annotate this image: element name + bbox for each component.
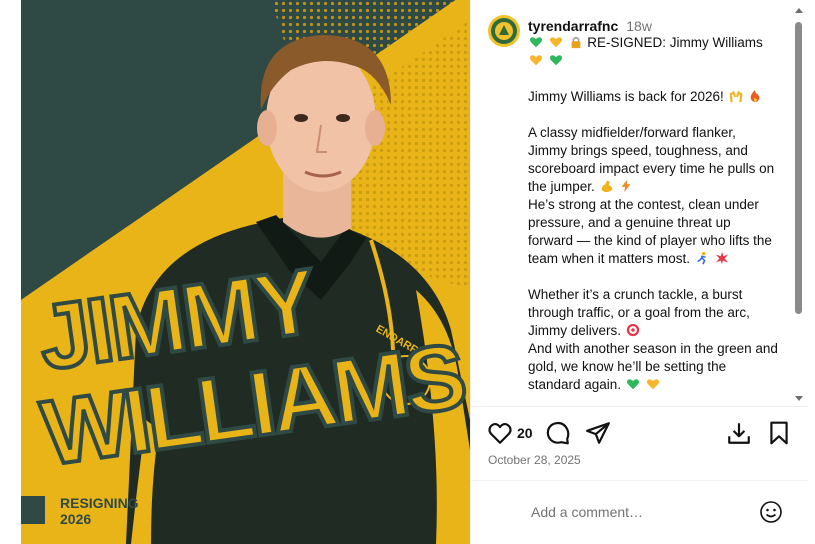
lock-icon <box>571 36 580 49</box>
yellow-heart-icon <box>549 37 562 48</box>
green-heart-icon <box>529 37 543 48</box>
target-icon <box>626 323 639 337</box>
caption-paragraph-3: A classy midfielder/forward flanker, Jim… <box>528 125 775 194</box>
bookmark-icon[interactable] <box>766 420 792 446</box>
resigning-line2: 2026 <box>60 511 92 527</box>
resigning-line1: RESIGNING <box>60 495 139 511</box>
raised-hands-icon <box>729 90 742 103</box>
caption-paragraph-2: Jimmy Williams is back for 2026! <box>528 89 724 104</box>
comment-icon[interactable] <box>545 420 571 446</box>
fire-icon <box>750 89 760 103</box>
action-bar: 20 <box>487 420 792 446</box>
comment-input[interactable] <box>531 500 751 524</box>
caption-scrollbar[interactable] <box>793 6 804 406</box>
like-count[interactable]: 20 <box>517 425 533 441</box>
heart-icon[interactable] <box>487 420 513 446</box>
scroll-thumb[interactable] <box>795 22 802 314</box>
flexed-biceps-icon <box>601 180 612 193</box>
caption-scroll-area[interactable]: RE-SIGNED: Jimmy Williams Jimmy Williams… <box>471 34 791 404</box>
lightning-icon <box>621 179 631 193</box>
post-image[interactable]: ENDARRA CLUB JIMMY WILLIAMS RESIGNING 20… <box>21 0 470 544</box>
divider <box>471 480 808 481</box>
yellow-heart-icon <box>646 379 659 390</box>
player-photo <box>126 35 470 544</box>
instagram-post-view: ENDARRA CLUB JIMMY WILLIAMS RESIGNING 20… <box>0 0 815 544</box>
resigning-label: RESIGNING 2026 <box>60 495 139 527</box>
collision-icon <box>715 251 728 265</box>
share-icon[interactable] <box>585 420 611 446</box>
username[interactable]: tyrendarrafnc <box>528 18 618 34</box>
post-date[interactable]: October 28, 2025 <box>488 453 581 467</box>
post-age[interactable]: 18w <box>626 18 652 34</box>
scroll-down-arrow-icon[interactable] <box>795 396 803 401</box>
scroll-up-arrow-icon[interactable] <box>795 8 803 13</box>
caption: RE-SIGNED: Jimmy Williams Jimmy Williams… <box>528 34 778 404</box>
caption-headline: RE-SIGNED: Jimmy Williams <box>587 35 763 50</box>
shirt-club-text: CLUB <box>391 397 419 408</box>
divider <box>471 406 808 407</box>
footer-badge <box>21 496 45 524</box>
caption-paragraph-4: He’s strong at the contest, clean under … <box>528 197 772 266</box>
post-details-panel: tyrendarrafnc 18w RE-SIGNED: Jimmy Willi… <box>470 0 808 544</box>
runner-icon <box>697 251 706 265</box>
yellow-heart-icon <box>529 55 543 66</box>
green-heart-icon <box>626 379 639 390</box>
download-icon[interactable] <box>726 420 752 446</box>
green-heart-icon <box>549 55 562 66</box>
smiley-icon[interactable] <box>759 500 783 524</box>
